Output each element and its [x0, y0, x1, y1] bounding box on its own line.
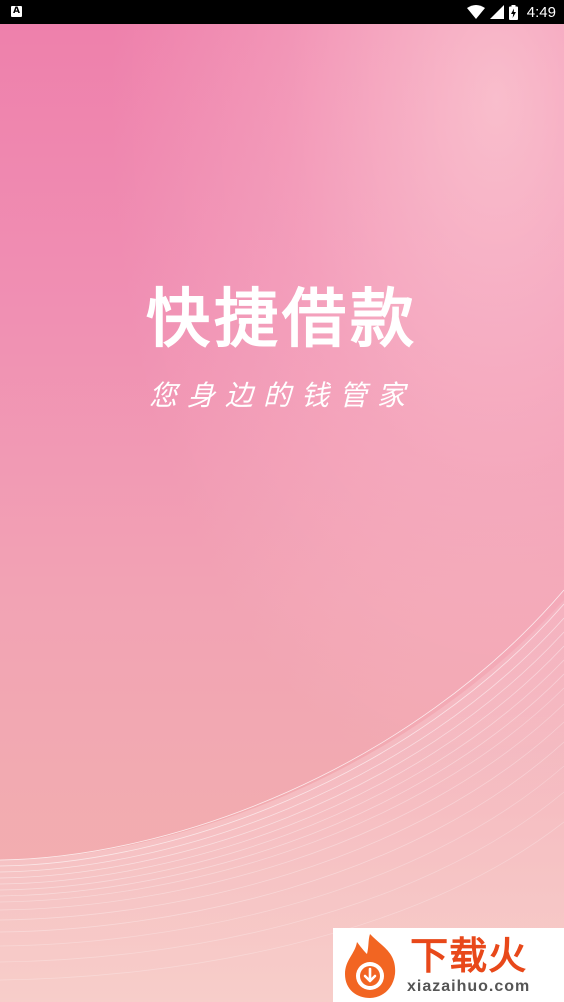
watermark-domain: xiazaihuo.com — [407, 978, 531, 995]
status-time: 4:49 — [526, 3, 556, 21]
watermark-text: 下载火 xiazaihuo.com — [407, 934, 530, 996]
watermark: 下载火 xiazaihuo.com — [333, 928, 564, 1002]
app-slogan: 您身边的钱管家 — [148, 379, 415, 412]
wifi-icon — [466, 5, 485, 19]
watermark-brand: 下载火 — [410, 934, 528, 978]
splash-hero: 快捷借款 您身边的钱管家 — [0, 280, 564, 414]
signal-icon — [489, 5, 504, 19]
app-title: 快捷借款 — [146, 283, 418, 357]
flame-logo-icon — [345, 934, 396, 998]
battery-charging-icon — [508, 4, 518, 20]
status-icons: 4:49 — [466, 0, 556, 24]
status-bar: A 4:49 — [0, 0, 564, 24]
splash-screen: A 4:49 快捷借款 您身边的钱管家 下载火 xiazaihuo.com — [0, 0, 564, 1002]
app-notification-icon: A — [11, 6, 22, 17]
